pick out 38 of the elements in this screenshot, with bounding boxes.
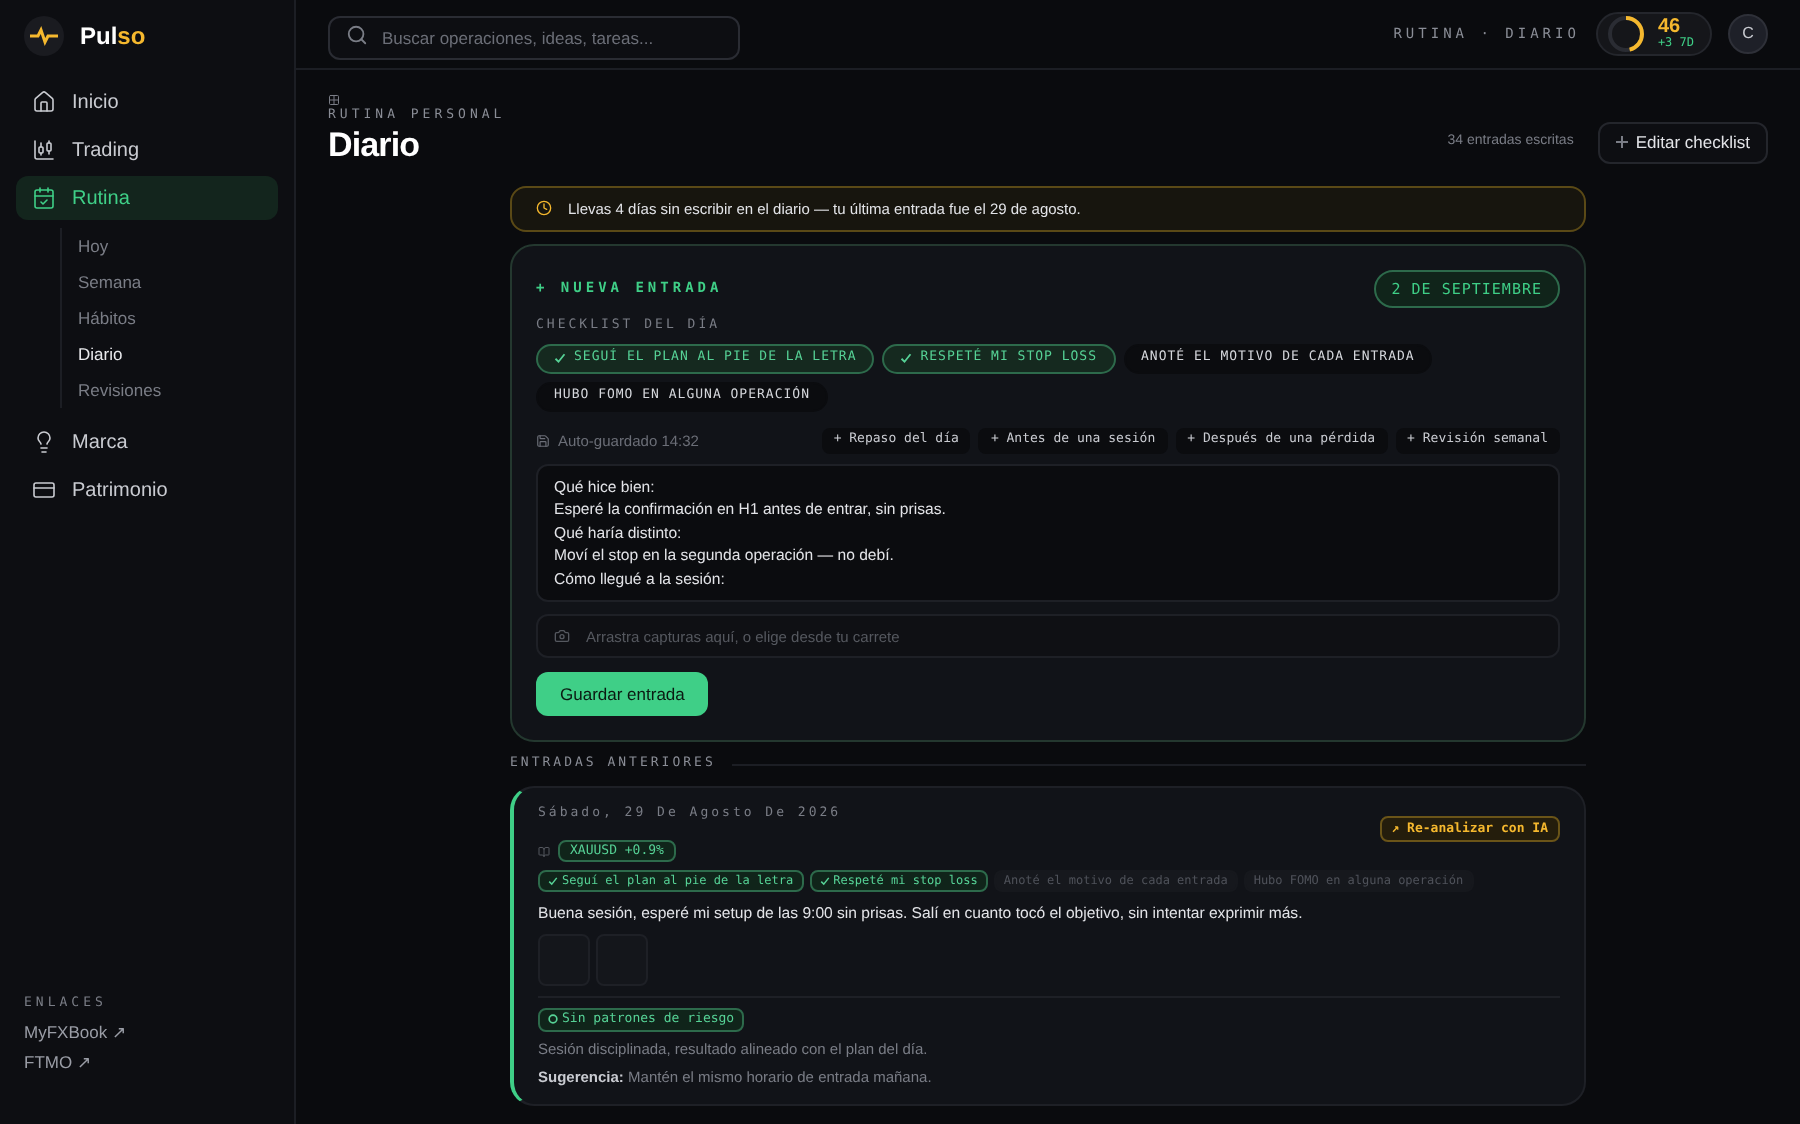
- check-icon: [548, 876, 558, 886]
- subnav-item[interactable]: Diario: [62, 336, 278, 372]
- nav-item[interactable]: Inicio: [16, 80, 278, 124]
- plus-icon: [1615, 136, 1628, 149]
- brand-name: Pulso: [80, 20, 146, 54]
- save-entry-button[interactable]: Guardar entrada: [536, 672, 709, 717]
- calendar-check-icon: [32, 186, 56, 210]
- external-link[interactable]: MyFXBook ↗: [24, 1019, 270, 1045]
- subnav-item[interactable]: Hábitos: [62, 300, 278, 336]
- nav-item[interactable]: Rutina: [16, 176, 278, 220]
- card-icon: [32, 478, 56, 502]
- pulse-logo-icon: [24, 16, 64, 56]
- check-icon: [819, 876, 830, 886]
- clock-icon: [536, 200, 552, 217]
- search-field[interactable]: Buscar operaciones, ideas, tareas...: [328, 16, 740, 60]
- book-icon: [538, 845, 550, 857]
- page-title: Diario: [328, 125, 422, 166]
- camera-icon: [554, 628, 570, 645]
- check-icon: [900, 352, 913, 365]
- nav-item[interactable]: Trading: [16, 128, 278, 172]
- score-ring: [1605, 14, 1646, 54]
- nav-item[interactable]: Patrimonio: [16, 468, 278, 512]
- nav-item[interactable]: Marca: [16, 420, 278, 464]
- house-icon: [32, 90, 56, 114]
- external-link[interactable]: FTMO ↗: [24, 1050, 270, 1076]
- subnav-item[interactable]: Semana: [62, 264, 278, 300]
- edit-checklist-button[interactable]: Editar checklist: [1597, 121, 1768, 164]
- candlestick-icon: [32, 138, 56, 162]
- score-value: 46: [1657, 18, 1681, 38]
- lightbulb-icon: [32, 430, 56, 454]
- circle-icon: [548, 1014, 558, 1025]
- save-icon: [536, 433, 550, 448]
- search-icon: [346, 23, 368, 45]
- subnav-item[interactable]: Hoy: [62, 228, 278, 264]
- avatar[interactable]: C: [1728, 14, 1768, 54]
- check-icon: [554, 352, 566, 365]
- grid-icon: [328, 94, 340, 106]
- subnav-item[interactable]: Revisiones: [62, 372, 278, 408]
